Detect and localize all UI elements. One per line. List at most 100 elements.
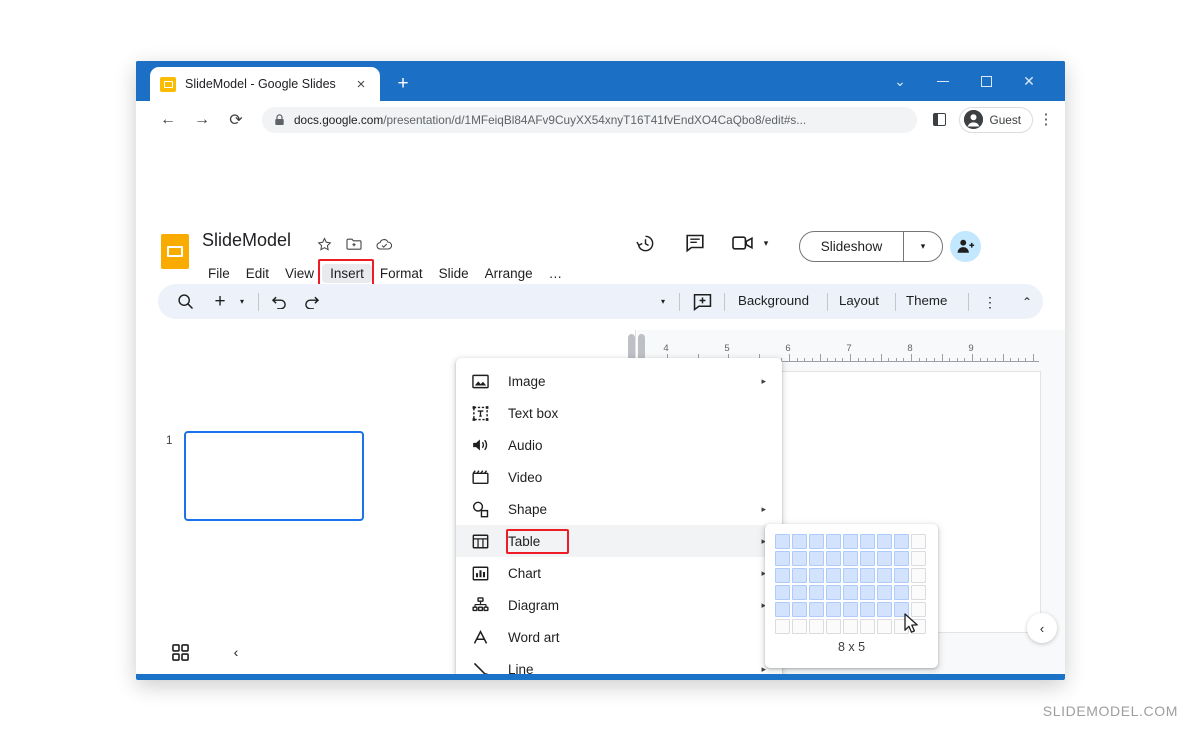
- redo-icon[interactable]: [300, 290, 322, 313]
- chevron-down-icon[interactable]: ▾: [904, 241, 942, 252]
- menu-insert[interactable]: Insert: [322, 264, 372, 283]
- background-button[interactable]: Background: [738, 293, 809, 308]
- table-picker-cell[interactable]: [911, 534, 926, 549]
- star-icon[interactable]: [314, 234, 334, 254]
- insert-menu-item-word-art[interactable]: Word art: [456, 621, 782, 653]
- insert-menu-item-chart[interactable]: Chart▸: [456, 557, 782, 589]
- collapse-panel-icon[interactable]: ‹: [226, 642, 246, 662]
- table-picker-cell[interactable]: [792, 602, 807, 617]
- table-picker-cell[interactable]: [809, 602, 824, 617]
- layout-button[interactable]: Layout: [839, 293, 879, 308]
- table-picker-cell[interactable]: [877, 534, 892, 549]
- collapse-notes-icon[interactable]: ‹: [1027, 613, 1057, 643]
- table-picker-cell[interactable]: [877, 619, 892, 634]
- new-tab-button[interactable]: +: [392, 73, 414, 95]
- menu-arrange[interactable]: Arrange: [477, 264, 541, 283]
- shape-caret-icon[interactable]: ▾: [655, 290, 671, 313]
- menu-file[interactable]: File: [200, 264, 238, 283]
- slideshow-button[interactable]: Slideshow ▾: [799, 231, 943, 262]
- table-picker-cell[interactable]: [894, 551, 909, 566]
- document-title[interactable]: SlideModel: [202, 230, 291, 251]
- forward-icon[interactable]: →: [188, 106, 216, 134]
- table-picker-cell[interactable]: [894, 568, 909, 583]
- table-picker-cell[interactable]: [843, 585, 858, 600]
- new-slide-caret-icon[interactable]: ▾: [234, 290, 250, 313]
- table-picker-cell[interactable]: [775, 585, 790, 600]
- menu-view[interactable]: View: [277, 264, 322, 283]
- undo-icon[interactable]: [268, 290, 290, 313]
- address-bar[interactable]: docs.google.com/presentation/d/1MFeiqBl8…: [262, 107, 917, 133]
- table-picker-cell[interactable]: [843, 602, 858, 617]
- comment-icon[interactable]: [680, 228, 710, 258]
- table-picker-cell[interactable]: [792, 534, 807, 549]
- table-picker-cell[interactable]: [860, 619, 875, 634]
- table-picker-cell[interactable]: [826, 619, 841, 634]
- minimize-icon[interactable]: [926, 69, 960, 93]
- table-picker-cell[interactable]: [843, 551, 858, 566]
- table-picker-cell[interactable]: [809, 534, 824, 549]
- menu-edit[interactable]: Edit: [238, 264, 277, 283]
- table-picker-cell[interactable]: [877, 551, 892, 566]
- table-picker-cell[interactable]: [775, 568, 790, 583]
- table-picker-cell[interactable]: [792, 619, 807, 634]
- table-picker-cell[interactable]: [911, 551, 926, 566]
- table-picker-cell[interactable]: [775, 551, 790, 566]
- table-picker-cell[interactable]: [792, 585, 807, 600]
- meet-icon[interactable]: [728, 228, 758, 258]
- collapse-toolbar-icon[interactable]: ⌃: [1016, 290, 1038, 313]
- meet-caret-icon[interactable]: ▾: [758, 228, 774, 258]
- insert-menu-item-image[interactable]: Image▸: [456, 365, 782, 397]
- close-icon[interactable]: ×: [352, 75, 370, 93]
- menu-slide[interactable]: Slide: [431, 264, 477, 283]
- table-picker-cell[interactable]: [809, 568, 824, 583]
- theme-button[interactable]: Theme: [906, 293, 947, 308]
- reload-icon[interactable]: ⟳: [222, 106, 250, 134]
- back-icon[interactable]: ←: [154, 106, 182, 134]
- table-picker-cell[interactable]: [826, 602, 841, 617]
- insert-menu-item-audio[interactable]: Audio: [456, 429, 782, 461]
- table-picker-cell[interactable]: [775, 534, 790, 549]
- table-picker-cell[interactable]: [894, 585, 909, 600]
- window-close-icon[interactable]: ✕: [1012, 69, 1046, 93]
- slide-thumbnail-1[interactable]: [184, 431, 364, 521]
- table-picker-cell[interactable]: [809, 619, 824, 634]
- table-picker-cell[interactable]: [775, 619, 790, 634]
- insert-menu-item-diagram[interactable]: Diagram▸: [456, 589, 782, 621]
- search-icon[interactable]: [174, 290, 197, 313]
- table-picker-cell[interactable]: [826, 551, 841, 566]
- insert-menu-item-table[interactable]: Table▸: [456, 525, 782, 557]
- table-picker-cell[interactable]: [792, 568, 807, 583]
- table-picker-cell[interactable]: [860, 585, 875, 600]
- new-slide-icon[interactable]: +: [210, 290, 230, 313]
- maximize-icon[interactable]: [969, 69, 1003, 93]
- insert-menu-item-line[interactable]: Line▸: [456, 653, 782, 674]
- table-picker-cell[interactable]: [894, 534, 909, 549]
- table-picker-cell[interactable]: [877, 602, 892, 617]
- profile-chip[interactable]: Guest: [959, 107, 1033, 133]
- add-comment-icon[interactable]: [690, 290, 714, 313]
- move-to-folder-icon[interactable]: [344, 234, 364, 254]
- insert-menu-item-shape[interactable]: Shape▸: [456, 493, 782, 525]
- insert-menu-item-text-box[interactable]: Text box: [456, 397, 782, 429]
- table-picker-cell[interactable]: [826, 568, 841, 583]
- table-picker-cell[interactable]: [792, 551, 807, 566]
- table-picker-cell[interactable]: [911, 585, 926, 600]
- table-picker-cell[interactable]: [877, 568, 892, 583]
- table-picker-cell[interactable]: [843, 619, 858, 634]
- grid-view-icon[interactable]: [170, 642, 190, 662]
- menu-format[interactable]: Format: [372, 264, 431, 283]
- more-options-icon[interactable]: ⋮: [980, 290, 1000, 313]
- table-picker-cell[interactable]: [860, 568, 875, 583]
- browser-tab[interactable]: SlideModel - Google Slides ×: [150, 67, 380, 101]
- drive-sync-icon[interactable]: [374, 234, 394, 254]
- table-picker-cell[interactable]: [809, 585, 824, 600]
- table-picker-cell[interactable]: [826, 534, 841, 549]
- table-picker-cell[interactable]: [809, 551, 824, 566]
- insert-menu-item-video[interactable]: Video: [456, 461, 782, 493]
- menu-more[interactable]: …: [541, 264, 571, 283]
- side-panel-icon[interactable]: [927, 107, 953, 133]
- version-history-icon[interactable]: [630, 228, 660, 258]
- chevron-down-icon[interactable]: ⌄: [883, 69, 917, 93]
- browser-menu-icon[interactable]: ⋮: [1033, 112, 1059, 127]
- table-picker-cell[interactable]: [843, 534, 858, 549]
